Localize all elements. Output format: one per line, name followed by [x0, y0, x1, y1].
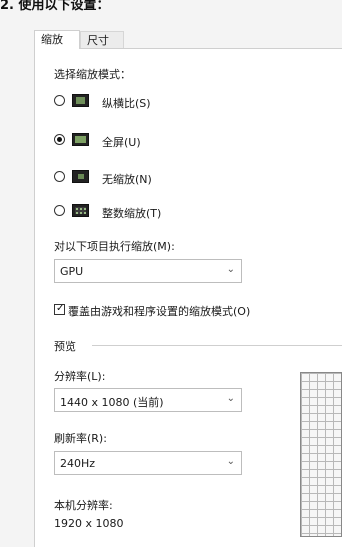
- checkbox[interactable]: ✓: [54, 303, 65, 315]
- radio-label: 全屏(U): [102, 136, 141, 149]
- resolution-dropdown[interactable]: 1440 x 1080 (当前) ⌄: [54, 388, 242, 412]
- checkbox-label: 覆盖由游戏和程序设置的缩放模式(O): [68, 305, 251, 318]
- preview-section-label: 预览: [54, 340, 76, 353]
- refresh-rate-label: 刷新率(R):: [54, 432, 107, 445]
- chevron-down-icon: ⌄: [226, 264, 235, 275]
- perform-scaling-label: 对以下项目执行缩放(M):: [54, 240, 175, 253]
- aspect-ratio-icon: [72, 94, 89, 107]
- resolution-label: 分辨率(L):: [54, 370, 106, 383]
- radio-label: 无缩放(N): [102, 173, 152, 186]
- preview-display: [300, 372, 342, 537]
- native-resolution-label: 本机分辨率:: [54, 499, 113, 512]
- tab-size[interactable]: 尺寸: [80, 31, 124, 48]
- radio-button[interactable]: [54, 205, 65, 216]
- chevron-down-icon: ⌄: [226, 456, 235, 467]
- no-scaling-icon: [72, 170, 89, 183]
- radio-label: 纵横比(S): [102, 97, 151, 110]
- radio-fullscreen[interactable]: 全屏(U): [54, 130, 174, 150]
- dropdown-value: 1440 x 1080 (当前): [60, 396, 164, 409]
- radio-button[interactable]: [54, 171, 65, 182]
- radio-label: 整数缩放(T): [102, 207, 162, 220]
- native-resolution-value: 1920 x 1080: [54, 517, 124, 530]
- dropdown-value: GPU: [60, 265, 84, 278]
- perform-scaling-dropdown[interactable]: GPU ⌄: [54, 259, 242, 283]
- override-scaling-checkbox[interactable]: ✓ 覆盖由游戏和程序设置的缩放模式(O): [54, 302, 294, 318]
- integer-scaling-icon: [72, 204, 89, 217]
- dropdown-value: 240Hz: [60, 457, 96, 470]
- tab-scaling[interactable]: 缩放: [34, 30, 80, 49]
- scaling-mode-title: 选择缩放模式：: [54, 68, 131, 81]
- fullscreen-icon: [72, 133, 89, 146]
- radio-button[interactable]: [54, 134, 65, 145]
- radio-aspect-ratio[interactable]: 纵横比(S): [54, 91, 174, 111]
- chevron-down-icon: ⌄: [226, 393, 235, 404]
- radio-button[interactable]: [54, 95, 65, 106]
- radio-integer-scaling[interactable]: 整数缩放(T): [54, 201, 184, 221]
- step-heading: 2. 使用以下设置：: [0, 0, 110, 13]
- section-divider: [92, 345, 342, 346]
- radio-no-scaling[interactable]: 无缩放(N): [54, 167, 174, 187]
- refresh-rate-dropdown[interactable]: 240Hz ⌄: [54, 451, 242, 475]
